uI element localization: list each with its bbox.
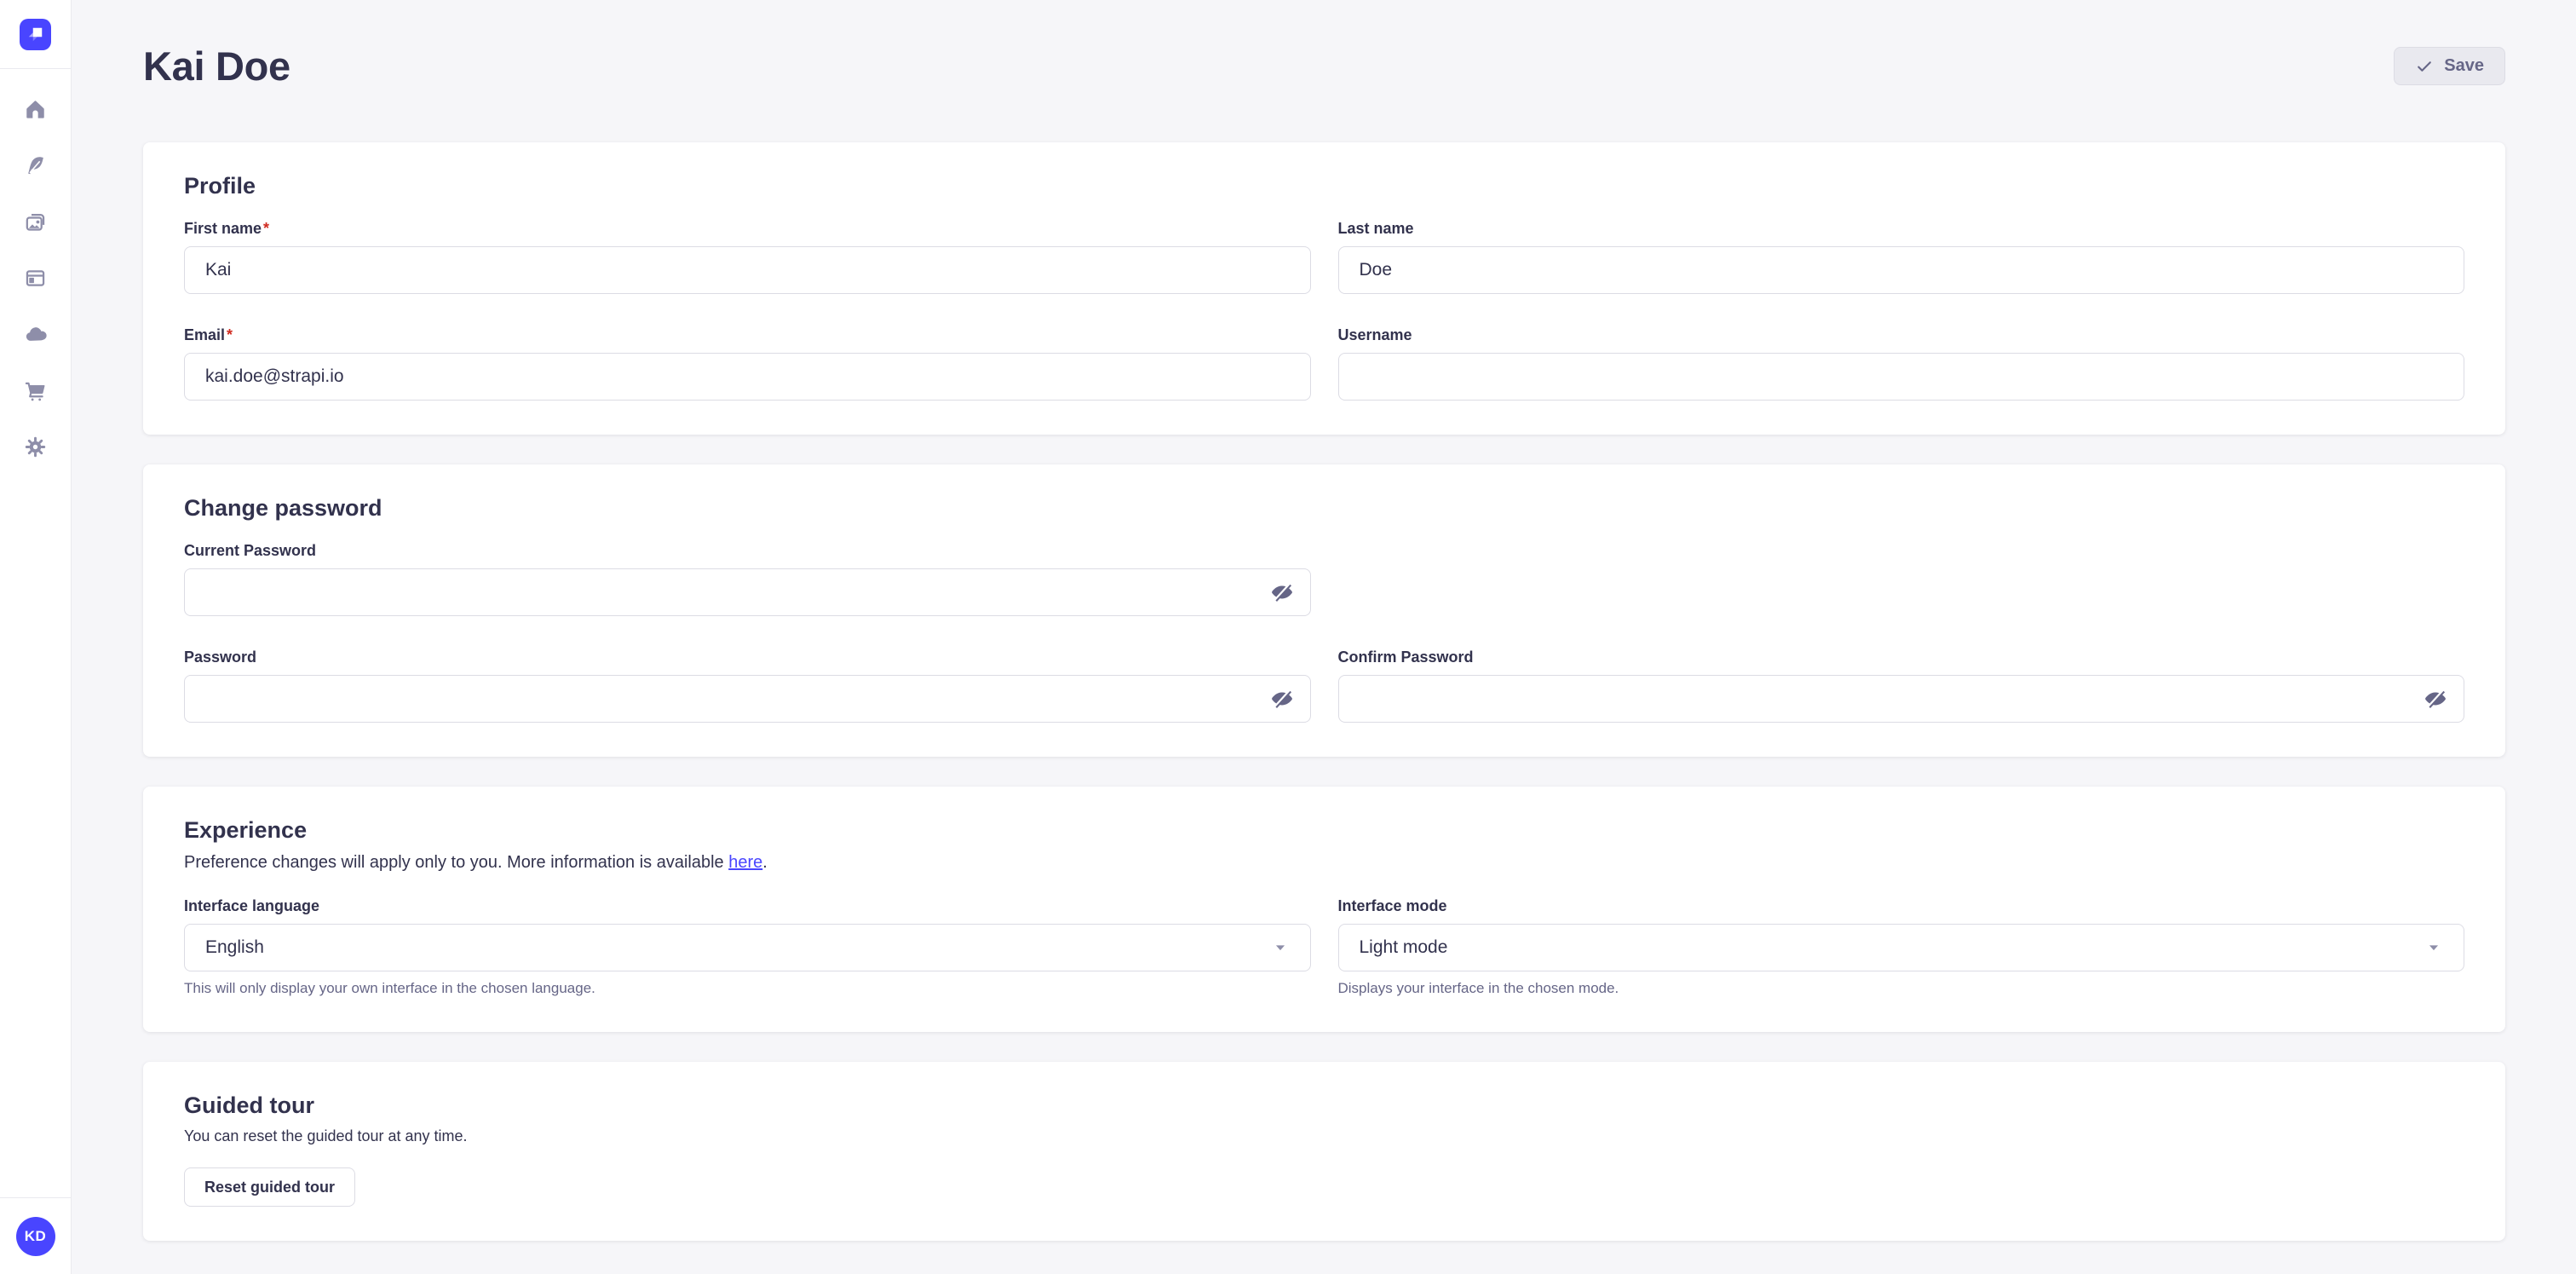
first-name-label-text: First name (184, 220, 262, 237)
shopping-cart-icon (24, 379, 47, 402)
caret-down-icon (1271, 938, 1290, 957)
interface-mode-select[interactable]: Light mode (1338, 924, 2465, 971)
confirm-password-label: Confirm Password (1338, 647, 2465, 667)
experience-description-text: Preference changes will apply only to yo… (184, 853, 728, 872)
profile-card-title: Profile (184, 171, 2464, 200)
interface-mode-hint: Displays your interface in the chosen mo… (1338, 979, 2465, 998)
password-form-grid: Current Password Pass (184, 540, 2464, 723)
current-password-input[interactable] (184, 568, 1311, 616)
feather-icon (24, 154, 47, 177)
new-password-label: Password (184, 647, 1311, 667)
interface-language-value: English (205, 937, 264, 958)
main-content: Kai Doe Save Profile First name* Last na… (72, 0, 2576, 1274)
email-input[interactable] (184, 353, 1311, 401)
sidebar-item-home[interactable] (0, 81, 71, 137)
sidebar-item-content-manager[interactable] (0, 137, 71, 193)
interface-mode-value: Light mode (1360, 937, 1448, 958)
new-password-input[interactable] (184, 675, 1311, 723)
email-label-text: Email (184, 326, 225, 343)
first-name-field: First name* (184, 218, 1311, 294)
guided-tour-card: Guided tour You can reset the guided tou… (143, 1062, 2505, 1241)
experience-card: Experience Preference changes will apply… (143, 787, 2505, 1032)
reset-guided-tour-button[interactable]: Reset guided tour (184, 1167, 355, 1207)
new-password-field: Password (184, 647, 1311, 723)
images-icon (24, 210, 47, 233)
experience-form-grid: Interface language English This will onl… (184, 896, 2464, 998)
gear-icon (24, 435, 47, 458)
eye-slash-icon (1270, 687, 1294, 711)
page-title: Kai Doe (143, 43, 290, 89)
first-name-label: First name* (184, 218, 1311, 239)
eye-slash-icon (1270, 580, 1294, 604)
user-avatar[interactable]: KD (16, 1217, 55, 1256)
save-button[interactable]: Save (2394, 47, 2505, 85)
toggle-new-password-visibility-button[interactable] (1268, 685, 1296, 712)
interface-mode-field: Interface mode Light mode Displays your … (1338, 896, 2465, 998)
page-header: Kai Doe Save (143, 0, 2505, 89)
username-label: Username (1338, 325, 2465, 345)
app-root: KD Kai Doe Save Profile First name* (0, 0, 2576, 1274)
sidebar: KD (0, 0, 72, 1274)
layout-icon (24, 267, 47, 290)
new-password-input-wrap (184, 675, 1311, 723)
sidebar-nav (0, 81, 71, 475)
home-icon (24, 98, 47, 121)
interface-language-label: Interface language (184, 896, 1311, 916)
interface-language-hint: This will only display your own interfac… (184, 979, 1311, 998)
save-button-label: Save (2444, 56, 2484, 76)
confirm-password-field: Confirm Password (1338, 647, 2465, 723)
first-name-input[interactable] (184, 246, 1311, 294)
more-information-link[interactable]: here (728, 853, 762, 872)
interface-mode-label: Interface mode (1338, 896, 2465, 916)
username-field: Username (1338, 325, 2465, 401)
guided-tour-title: Guided tour (184, 1091, 2464, 1120)
sidebar-footer: KD (0, 1197, 71, 1274)
confirm-password-input[interactable] (1338, 675, 2465, 723)
required-asterisk: * (263, 220, 269, 237)
sidebar-item-marketplace[interactable] (0, 362, 71, 418)
toggle-current-password-visibility-button[interactable] (1268, 579, 1296, 606)
eye-slash-icon (2424, 687, 2447, 711)
strapi-logo[interactable] (20, 19, 51, 50)
profile-card: Profile First name* Last name Email* Use… (143, 142, 2505, 435)
change-password-title: Change password (184, 493, 2464, 522)
email-label: Email* (184, 325, 1311, 345)
interface-language-field: Interface language English This will onl… (184, 896, 1311, 998)
sidebar-item-content-type-builder[interactable] (0, 250, 71, 306)
sidebar-item-settings[interactable] (0, 418, 71, 475)
current-password-input-wrap (184, 568, 1311, 616)
last-name-field: Last name (1338, 218, 2465, 294)
cloud-icon (24, 323, 47, 346)
guided-tour-description: You can reset the guided tour at any tim… (184, 1125, 2464, 1147)
last-name-input[interactable] (1338, 246, 2465, 294)
toggle-confirm-password-visibility-button[interactable] (2422, 685, 2449, 712)
current-password-label: Current Password (184, 540, 1311, 561)
experience-description: Preference changes will apply only to yo… (184, 850, 2464, 874)
email-field: Email* (184, 325, 1311, 401)
confirm-password-input-wrap (1338, 675, 2465, 723)
username-input[interactable] (1338, 353, 2465, 401)
grid-spacer (1338, 540, 2465, 616)
interface-language-select[interactable]: English (184, 924, 1311, 971)
caret-down-icon (2424, 938, 2443, 957)
experience-description-period: . (762, 853, 768, 872)
required-asterisk: * (227, 326, 233, 343)
experience-title: Experience (184, 816, 2464, 845)
sidebar-item-media-library[interactable] (0, 193, 71, 250)
change-password-card: Change password Current Password (143, 464, 2505, 757)
last-name-label: Last name (1338, 218, 2465, 239)
profile-form-grid: First name* Last name Email* Username (184, 218, 2464, 401)
logo-container (0, 0, 71, 69)
strapi-logo-icon (23, 21, 49, 47)
current-password-field: Current Password (184, 540, 1311, 616)
sidebar-item-cloud[interactable] (0, 306, 71, 362)
check-icon (2415, 57, 2434, 76)
